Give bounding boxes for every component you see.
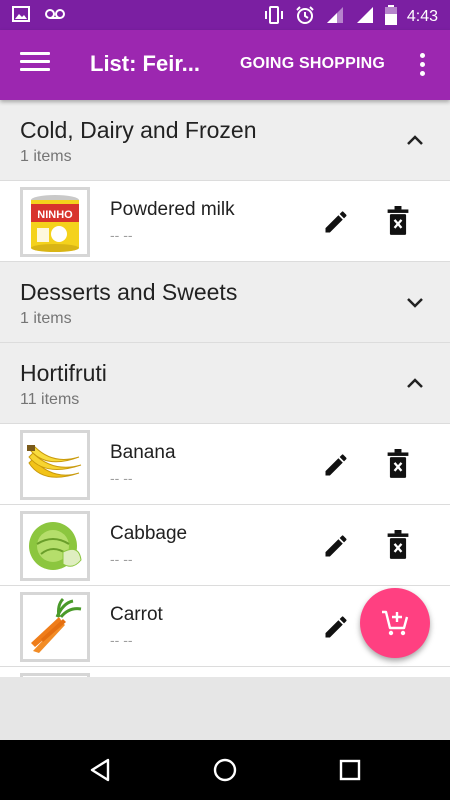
signal-icon xyxy=(325,5,345,29)
chevron-up-icon[interactable] xyxy=(404,375,426,391)
more-vert-icon[interactable] xyxy=(414,53,430,79)
category-header-hortifruti[interactable]: Hortifruti 11 items xyxy=(0,343,450,424)
category-count: 1 items xyxy=(20,310,72,327)
battery-icon xyxy=(384,5,397,29)
list-item-banana[interactable]: Banana -- -- xyxy=(0,424,450,505)
item-name: Banana xyxy=(110,442,176,463)
list-item-powdered-milk[interactable]: NINHO Powdered milk -- -- xyxy=(0,181,450,262)
recents-icon[interactable] xyxy=(336,756,364,784)
item-name: Powdered milk xyxy=(110,199,235,220)
list-item-partial[interactable] xyxy=(0,667,450,677)
category-title: Desserts and Sweets xyxy=(20,279,238,305)
product-image-carrot xyxy=(20,592,90,662)
item-quantity: -- -- xyxy=(110,632,133,648)
category-count: 11 items xyxy=(20,391,80,408)
add-shopping-cart-icon xyxy=(382,610,409,636)
image-icon xyxy=(12,6,30,26)
chevron-down-icon[interactable] xyxy=(404,294,426,310)
milk-brand-label: NINHO xyxy=(37,209,73,221)
chevron-up-icon[interactable] xyxy=(404,132,426,148)
item-name: Cabbage xyxy=(110,523,188,544)
list-item-cabbage[interactable]: Cabbage -- -- xyxy=(0,505,450,586)
edit-pencil-icon[interactable] xyxy=(322,613,350,641)
list-title: List: Feir... xyxy=(90,51,201,76)
vibrate-icon xyxy=(263,5,285,29)
status-bar: 4:43 xyxy=(0,0,450,30)
alarm-icon xyxy=(295,5,315,29)
home-icon[interactable] xyxy=(211,756,239,784)
product-image-banana xyxy=(20,430,90,500)
category-title: Hortifruti xyxy=(20,360,107,386)
item-quantity: -- -- xyxy=(110,470,133,486)
add-to-cart-fab[interactable] xyxy=(360,588,430,658)
list-footer-space xyxy=(0,677,450,740)
hamburger-menu-icon[interactable] xyxy=(20,52,50,78)
category-header-desserts-sweets[interactable]: Desserts and Sweets 1 items xyxy=(0,262,450,343)
system-nav-bar xyxy=(0,740,450,800)
product-image-powdered-milk: NINHO xyxy=(20,187,90,257)
status-time: 4:43 xyxy=(406,8,438,25)
category-title: Cold, Dairy and Frozen xyxy=(20,117,257,143)
edit-pencil-icon[interactable] xyxy=(322,451,350,479)
edit-pencil-icon[interactable] xyxy=(322,208,350,236)
item-quantity: -- -- xyxy=(110,551,133,567)
item-quantity: -- -- xyxy=(110,227,133,243)
app-bar: List: Feir... GOING SHOPPING xyxy=(0,30,450,100)
item-name: Carrot xyxy=(110,604,163,625)
going-shopping-button[interactable]: GOING SHOPPING xyxy=(240,55,385,73)
edit-pencil-icon[interactable] xyxy=(322,532,350,560)
delete-icon[interactable] xyxy=(386,449,410,479)
delete-icon[interactable] xyxy=(386,206,410,236)
category-header-cold-dairy-frozen[interactable]: Cold, Dairy and Frozen 1 items xyxy=(0,100,450,181)
product-image-cabbage xyxy=(20,511,90,581)
category-count: 1 items xyxy=(20,148,72,165)
signal-icon xyxy=(355,5,375,29)
voicemail-icon xyxy=(44,6,66,26)
delete-icon[interactable] xyxy=(386,530,410,560)
back-icon[interactable] xyxy=(86,756,114,784)
